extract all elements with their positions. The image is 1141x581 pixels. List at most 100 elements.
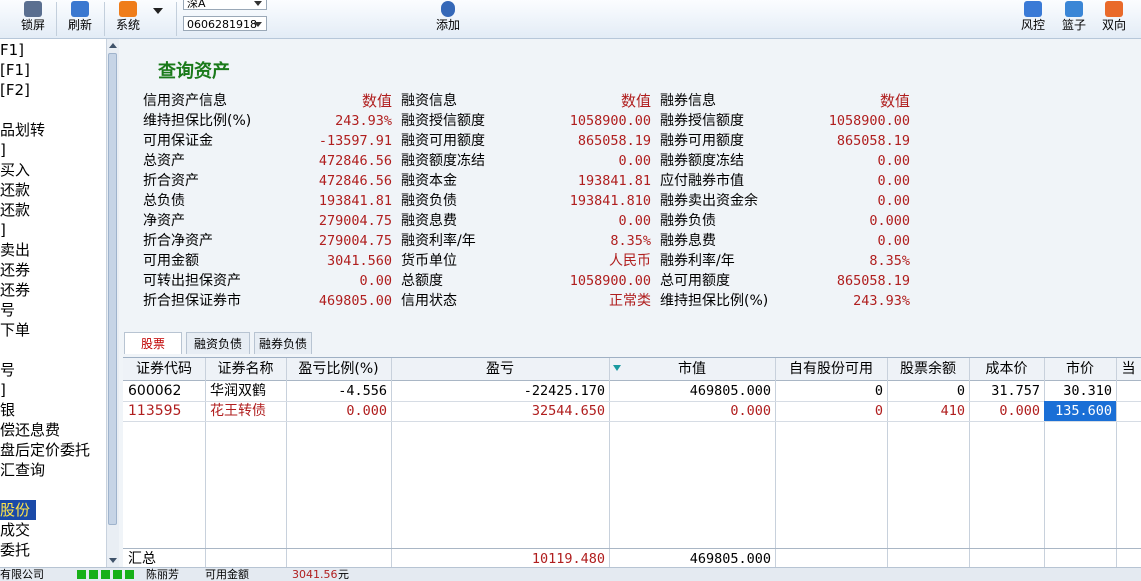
asset-field-value: 人民币 [609,253,651,269]
connection-indicator [125,570,134,579]
lock-icon [24,1,42,17]
sidebar-item[interactable]: 还款 [0,200,30,220]
table-cell[interactable]: 0.000 [609,401,775,421]
sidebar-item[interactable]: 股份 [0,500,37,520]
column-header[interactable]: 盈亏 [391,358,609,380]
column-header[interactable]: 盈亏比例(%) [286,358,391,380]
table-cell[interactable]: 0 [775,401,887,421]
scrollbar-thumb[interactable] [108,53,117,525]
sidebar-item[interactable]: 品划转 [0,120,45,140]
asset-field-value: 8.35% [610,233,651,249]
account-select[interactable]: 0606281918 [183,16,267,31]
sidebar-item[interactable]: 买入 [0,160,30,180]
main-panel: 查询资产 信用资产信息 数值 维持担保比例(%) 243.93% 可用保证金 -13597… [119,39,1141,568]
asset-field-value: 193841.810 [569,193,651,209]
system-dropdown-icon[interactable] [153,8,163,14]
lock-button[interactable]: 锁屏 [14,0,52,38]
refresh-label: 刷新 [67,18,92,32]
asset-field-value: 193841.81 [577,173,651,189]
add-button[interactable]: 添加 [428,0,468,38]
sidebar-item[interactable]: 委托 [0,540,30,560]
asset-field-value: 472846.56 [318,153,392,169]
table-cell[interactable]: -22425.170 [391,381,609,401]
table-cell[interactable]: 30.310 [1044,381,1116,401]
column-header[interactable]: 当 [1116,358,1141,380]
column-header[interactable]: 证券代码 [123,358,205,380]
asset-field-value: 1058900.00 [569,113,651,129]
table-cell[interactable]: 135.600 [1044,401,1116,421]
sidebar-item[interactable]: 成交 [0,520,30,540]
table-cell[interactable]: -4.556 [286,381,391,401]
column-header[interactable]: 自有股份可用 [775,358,887,380]
tab-1[interactable]: 融资负债 [186,332,250,354]
refresh-icon [71,1,89,17]
sidebar-item[interactable]: 偿还息费 [0,420,60,440]
table-cell[interactable] [1116,381,1141,401]
asset-field-value: 865058.19 [577,133,651,149]
column-header[interactable]: 成本价 [969,358,1044,380]
sidebar-item[interactable]: 还款 [0,180,30,200]
column-header[interactable]: 市值 [609,358,775,380]
sidebar-item[interactable]: [F2] [0,80,30,100]
table-cell[interactable]: 469805.000 [609,381,775,401]
market-select[interactable]: 深A [183,0,267,10]
asset-field-value: 1058900.00 [569,273,651,289]
table-cell[interactable]: 0 [775,381,887,401]
sidebar-item[interactable]: 号 [0,300,15,320]
status-avail-value: 3041.56 [292,568,338,581]
sidebar-item[interactable]: 号 [0,360,15,380]
bidirectional-button[interactable]: 双向 [1096,0,1132,38]
tools-icon [119,1,137,17]
tab-0[interactable]: 股票 [124,332,182,354]
table-cell[interactable] [1116,401,1141,421]
column-header[interactable]: 股票余额 [887,358,969,380]
table-cell[interactable]: 32544.650 [391,401,609,421]
scroll-down-icon[interactable] [109,558,117,563]
table-cell[interactable]: 113595 [123,401,205,421]
asset-field-value: 193841.81 [318,193,392,209]
holdings-table: 证券代码 证券名称 盈亏比例(%) 盈亏 市值 自有股份可用 股票余额 成本价 市价当 6000… [123,357,1141,568]
status-company: 有限公司 [0,568,44,581]
shield-icon [1024,1,1042,17]
sort-indicator-icon [613,365,621,371]
sidebar-item[interactable]: 还券 [0,260,30,280]
column-header[interactable]: 市价 [1044,358,1116,380]
summary-value: 469805.000 [689,551,771,567]
table-cell[interactable]: 600062 [123,381,205,401]
scroll-up-icon[interactable] [109,43,117,48]
sidebar-item[interactable]: 银 [0,400,15,420]
table-cell[interactable]: 花王转债 [205,401,286,421]
sidebar-item[interactable]: ] [0,220,6,240]
sidebar-item[interactable]: 下单 [0,320,30,340]
refresh-button[interactable]: 刷新 [60,0,100,38]
asset-field-value: 1058900.00 [828,113,910,129]
sidebar-item[interactable]: ] [0,380,6,400]
sidebar-item[interactable]: 还券 [0,280,30,300]
sidebar-item[interactable]: 卖出 [0,240,30,260]
table-cell[interactable]: 华润双鹤 [205,381,286,401]
sidebar-item[interactable]: ] [0,140,6,160]
connection-indicator [77,570,86,579]
sidebar-item[interactable]: 盘后定价委托 [0,440,90,460]
table-cell[interactable]: 0.000 [286,401,391,421]
tab-2[interactable]: 融券负债 [254,332,312,354]
system-button[interactable]: 系统 [108,0,148,38]
chevron-down-icon [254,22,262,27]
table-cell[interactable]: 31.757 [969,381,1044,401]
sidebar-item[interactable]: [F1] [0,60,30,80]
table-cell[interactable]: 0 [887,381,969,401]
table-cell[interactable]: 0.000 [969,401,1044,421]
basket-icon [1065,1,1083,17]
asset-field-value: 865058.19 [836,133,910,149]
risk-label: 风控 [1020,18,1045,32]
status-user: 陈丽芳 [146,568,179,581]
table-cell[interactable]: 410 [887,401,969,421]
risk-button[interactable]: 风控 [1015,0,1051,38]
asset-field-value: -13597.91 [318,133,392,149]
sidebar-item[interactable]: F1] [0,40,24,60]
asset-field-value: 8.35% [869,253,910,269]
column-header[interactable]: 证券名称 [205,358,286,380]
sidebar-scrollbar[interactable] [106,39,119,567]
sidebar-item[interactable]: 汇查询 [0,460,45,480]
basket-button[interactable]: 篮子 [1056,0,1092,38]
